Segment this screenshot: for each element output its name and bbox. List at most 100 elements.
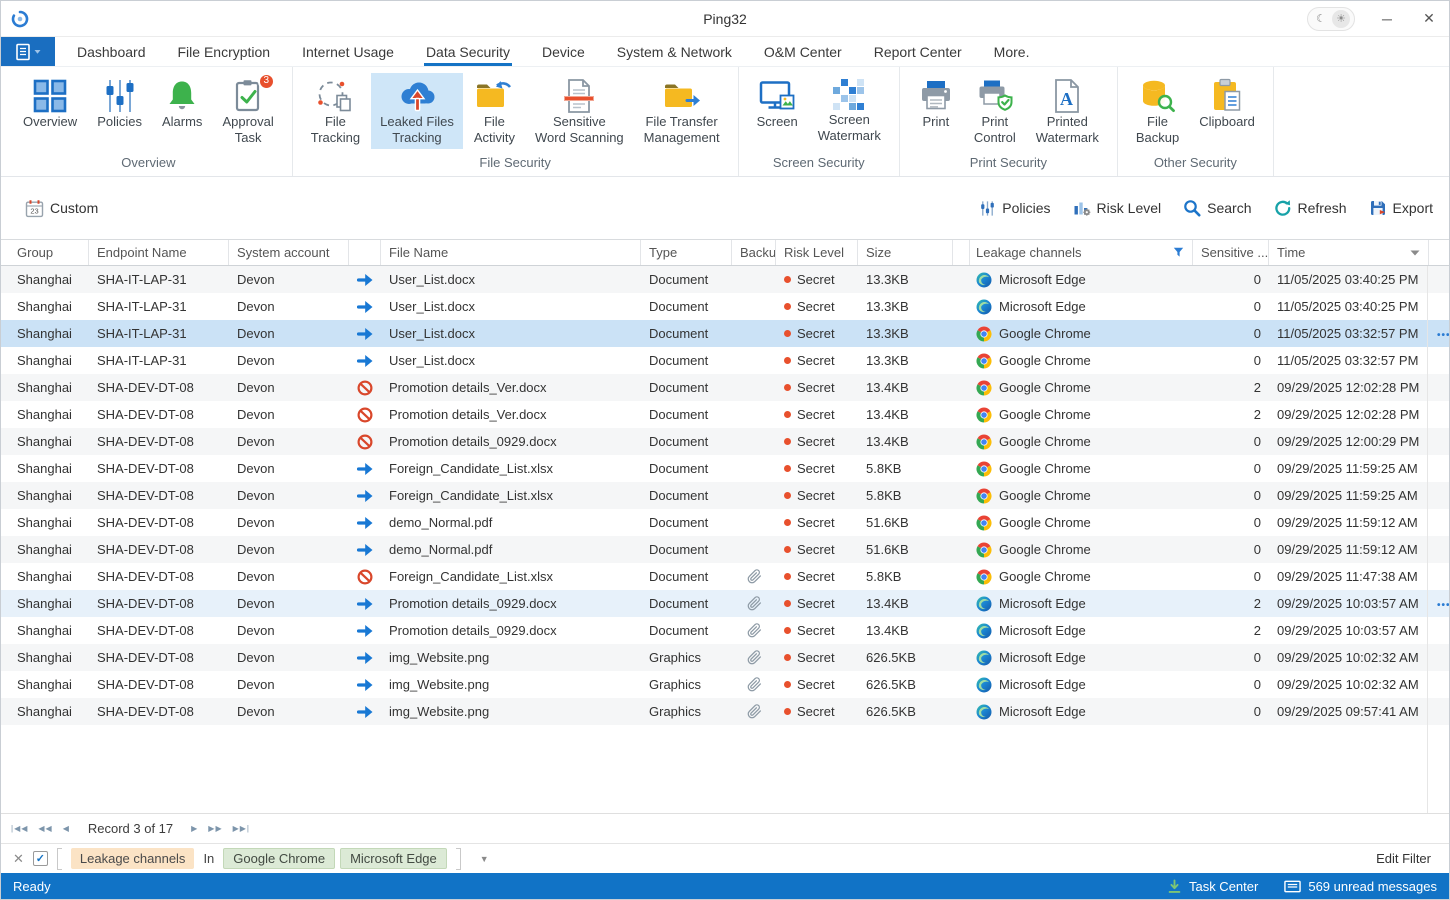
ribbon-item-file-backup[interactable]: FileBackup [1127, 73, 1188, 149]
remove-filter-icon[interactable]: ✕ [13, 851, 24, 867]
leakage-channel-label: Google Chrome [999, 380, 1091, 395]
prev-page-button[interactable]: ◀ [63, 824, 70, 833]
task-center-button[interactable]: Task Center [1167, 879, 1258, 894]
risk-level-button[interactable]: Risk Level [1073, 199, 1162, 217]
cell-sensitive: 0 [1193, 515, 1269, 530]
refresh-button[interactable]: Refresh [1274, 199, 1347, 217]
risk-level-dot [784, 411, 791, 418]
column-header-file[interactable]: File Name [381, 240, 641, 265]
table-row[interactable]: ShanghaiSHA-DEV-DT-08DevonForeign_Candid… [1, 455, 1449, 482]
ribbon-item-file-tracking[interactable]: FileTracking [302, 73, 369, 149]
cell-endpoint: SHA-DEV-DT-08 [89, 704, 229, 719]
column-header-account[interactable]: System account [229, 240, 349, 265]
menu-item-report-center[interactable]: Report Center [858, 37, 978, 66]
theme-toggle[interactable]: ☾ ☀ [1307, 7, 1355, 31]
next-page-button[interactable]: ▶ [191, 824, 198, 833]
menu-item-device[interactable]: Device [526, 37, 601, 66]
menu-item-system-network[interactable]: System & Network [601, 37, 748, 66]
filter-value-chip-microsoft-edge[interactable]: Microsoft Edge [340, 848, 447, 869]
table-row[interactable]: ShanghaiSHA-DEV-DT-08Devonimg_Website.pn… [1, 644, 1449, 671]
row-more-button[interactable]: ••• [1437, 600, 1449, 611]
table-row[interactable]: ShanghaiSHA-DEV-DT-08Devondemo_Normal.pd… [1, 536, 1449, 563]
table-row[interactable]: ShanghaiSHA-DEV-DT-08Devonimg_Website.pn… [1, 671, 1449, 698]
policies-button[interactable]: Policies [979, 200, 1050, 217]
last-page-button[interactable]: ▶▶| [233, 824, 250, 833]
edit-filter-button[interactable]: Edit Filter [1376, 851, 1437, 866]
table-row[interactable]: ShanghaiSHA-IT-LAP-31DevonUser_List.docx… [1, 293, 1449, 320]
table-row[interactable]: ShanghaiSHA-IT-LAP-31DevonUser_List.docx… [1, 266, 1449, 293]
table-row[interactable]: ShanghaiSHA-IT-LAP-31DevonUser_List.docx… [1, 347, 1449, 374]
app-menu-button[interactable] [1, 37, 55, 66]
row-more-button[interactable]: ••• [1437, 330, 1449, 341]
risk-level-dot [784, 384, 791, 391]
filter-value-chip-google-chrome[interactable]: Google Chrome [223, 848, 335, 869]
ribbon-item-file-activity[interactable]: FileActivity [465, 73, 524, 149]
first-page-button[interactable]: |◀◀ [11, 824, 28, 833]
ribbon-item-screen-watermark[interactable]: ScreenWatermark [809, 73, 890, 147]
menu-item-more[interactable]: More. [978, 37, 1046, 66]
filter-operator[interactable]: In [203, 851, 214, 866]
table-row[interactable]: ShanghaiSHA-DEV-DT-08DevonPromotion deta… [1, 590, 1449, 617]
cell-type: Document [641, 299, 732, 314]
ribbon-item-file-transfer-management[interactable]: File TransferManagement [635, 73, 729, 149]
table-row[interactable]: ShanghaiSHA-DEV-DT-08DevonPromotion deta… [1, 617, 1449, 644]
cell-size: 5.8KB [858, 488, 953, 503]
custom-button[interactable]: 23Custom [25, 199, 98, 218]
outbound-arrow-icon [357, 596, 374, 612]
column-header-channel[interactable]: Leakage channels [968, 240, 1193, 265]
ribbon-item-screen[interactable]: Screen [748, 73, 807, 133]
filter-field-chip[interactable]: Leakage channels [71, 848, 195, 869]
ribbon-item-label: FileTracking [311, 114, 360, 146]
unread-messages-button[interactable]: 569 unread messages [1284, 879, 1437, 894]
menu-item-dashboard[interactable]: Dashboard [61, 37, 162, 66]
column-header-sensitive[interactable]: Sensitive ... [1193, 240, 1269, 265]
ribbon-item-print[interactable]: Print [909, 73, 963, 133]
filter-dropdown-icon[interactable]: ▼ [480, 854, 489, 864]
table-row[interactable]: ShanghaiSHA-DEV-DT-08DevonPromotion deta… [1, 401, 1449, 428]
ribbon-item-printed-watermark[interactable]: APrintedWatermark [1027, 73, 1108, 149]
column-header-size[interactable]: Size [858, 240, 953, 265]
risk-level-label: Secret [797, 596, 835, 611]
fast-prev-button[interactable]: ◀◀ [38, 824, 52, 833]
ribbon-item-label: Clipboard [1199, 114, 1255, 130]
table-row[interactable]: ShanghaiSHA-DEV-DT-08Devonimg_Website.pn… [1, 698, 1449, 725]
column-header-endpoint[interactable]: Endpoint Name [89, 240, 229, 265]
menu-item-file-encryption[interactable]: File Encryption [162, 37, 287, 66]
google-chrome-icon [976, 488, 992, 504]
search-button[interactable]: Search [1183, 199, 1251, 217]
table-row[interactable]: ShanghaiSHA-IT-LAP-31DevonUser_List.docx… [1, 320, 1449, 347]
risk-level-label: Secret [797, 434, 835, 449]
column-header-group[interactable]: Group [1, 240, 89, 265]
table-row[interactable]: ShanghaiSHA-DEV-DT-08DevonPromotion deta… [1, 374, 1449, 401]
table-row[interactable]: ShanghaiSHA-DEV-DT-08DevonForeign_Candid… [1, 563, 1449, 590]
cell-group: Shanghai [1, 596, 89, 611]
export-button[interactable]: Export [1369, 199, 1433, 217]
cell-fileicon [349, 380, 381, 396]
column-header-backup[interactable]: Backup [732, 240, 776, 265]
column-header-type[interactable]: Type [641, 240, 732, 265]
table-row[interactable]: ShanghaiSHA-DEV-DT-08DevonForeign_Candid… [1, 482, 1449, 509]
ribbon-item-print-control[interactable]: PrintControl [965, 73, 1025, 149]
column-header-risk[interactable]: Risk Level [776, 240, 858, 265]
ribbon-item-approval-task[interactable]: 3ApprovalTask [213, 73, 282, 149]
filter-enabled-checkbox[interactable]: ✓ [33, 851, 48, 866]
menu-item-data-security[interactable]: Data Security [410, 37, 526, 66]
cell-risk: Secret [776, 299, 858, 314]
table-row[interactable]: ShanghaiSHA-DEV-DT-08Devondemo_Normal.pd… [1, 509, 1449, 536]
ribbon-item-policies[interactable]: Policies [88, 73, 151, 133]
ribbon-item-sensitive-word-scanning[interactable]: SensitiveWord Scanning [526, 73, 633, 149]
ribbon-item-clipboard[interactable]: Clipboard [1190, 73, 1264, 133]
ribbon-item-leaked-files-tracking[interactable]: Leaked FilesTracking [371, 73, 463, 149]
menu-item-o-m-center[interactable]: O&M Center [748, 37, 858, 66]
sun-icon[interactable]: ☀ [1332, 10, 1350, 28]
table-row[interactable]: ShanghaiSHA-DEV-DT-08DevonPromotion deta… [1, 428, 1449, 455]
cell-fileicon [349, 515, 381, 531]
column-header-time[interactable]: Time [1269, 240, 1429, 265]
ribbon-item-alarms[interactable]: Alarms [153, 73, 211, 133]
ribbon-item-overview[interactable]: Overview [14, 73, 86, 133]
close-button[interactable]: ✕ [1419, 10, 1439, 27]
menu-item-internet-usage[interactable]: Internet Usage [286, 37, 410, 66]
minimize-button[interactable]: ─ [1377, 11, 1397, 27]
fast-next-button[interactable]: ▶▶ [208, 824, 222, 833]
moon-icon[interactable]: ☾ [1312, 10, 1330, 28]
